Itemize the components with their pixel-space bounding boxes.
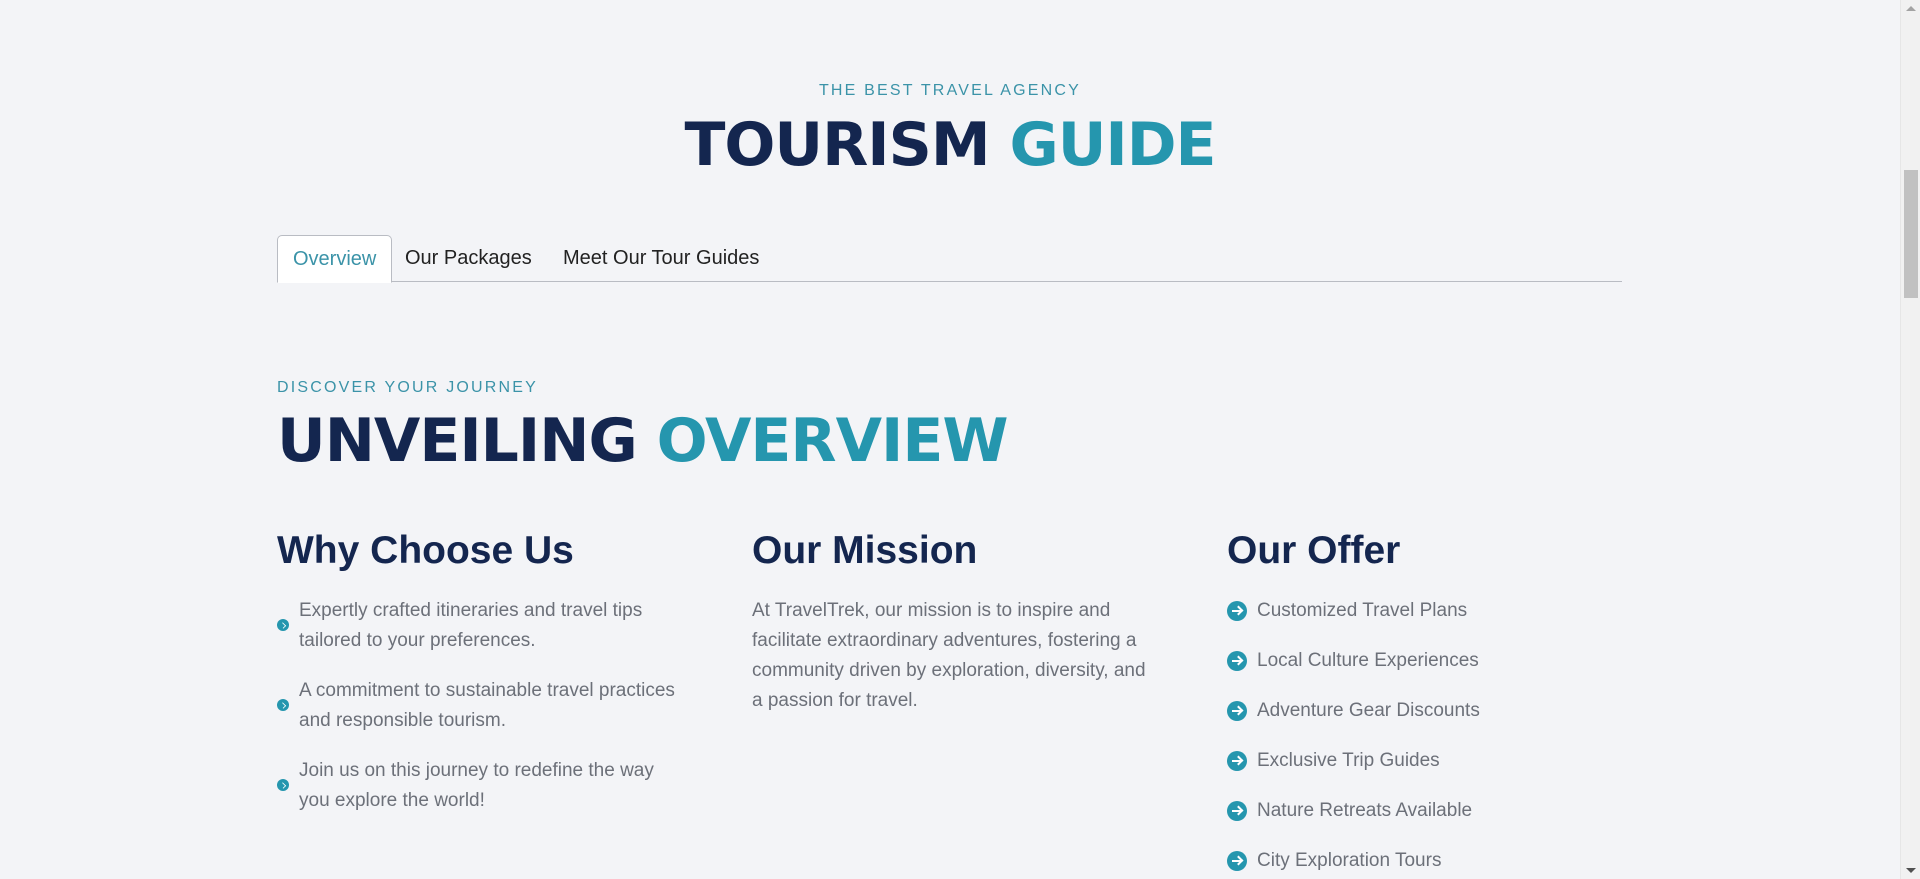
list-item: Expertly crafted itineraries and travel …	[277, 596, 677, 656]
tab-bar: Overview Our Packages Meet Our Tour Guid…	[277, 235, 1622, 283]
our-mission-column: Our Mission At TravelTrek, our mission i…	[752, 528, 1172, 716]
mission-text: At TravelTrek, our mission is to inspire…	[752, 600, 1146, 711]
arrow-circle-icon	[1227, 651, 1247, 671]
arrow-circle-icon	[277, 619, 289, 631]
list-item: Nature Retreats Available	[1227, 796, 1647, 826]
list-item-text: Customized Travel Plans	[1257, 600, 1468, 621]
our-offer-list: Customized Travel Plans Local Culture Ex…	[1227, 596, 1647, 876]
header-eyebrow: THE BEST TRAVEL AGENCY	[818, 82, 1082, 99]
page: THE BEST TRAVEL AGENCY TOURISM GUIDE Ove…	[0, 0, 1900, 879]
tab-overview[interactable]: Overview	[277, 235, 393, 283]
list-item: A commitment to sustainable travel pract…	[277, 676, 677, 736]
our-offer-column: Our Offer Customized Travel Plans Local …	[1227, 528, 1647, 879]
scrollbar-thumb[interactable]	[1904, 170, 1918, 298]
arrow-circle-icon	[277, 779, 289, 791]
page-title: TOURISM GUIDE	[0, 110, 1900, 180]
list-item: Join us on this journey to redefine the …	[277, 756, 677, 816]
arrow-circle-icon	[1227, 601, 1247, 621]
scroll-down-arrow-icon[interactable]	[1906, 868, 1916, 873]
arrow-circle-icon	[1227, 701, 1247, 721]
list-item-text: Join us on this journey to redefine the …	[299, 760, 654, 811]
list-item-text: Local Culture Experiences	[1257, 650, 1479, 671]
list-item-text: Nature Retreats Available	[1257, 800, 1473, 821]
list-item: Local Culture Experiences	[1227, 646, 1647, 676]
arrow-circle-icon	[1227, 751, 1247, 771]
arrow-circle-icon	[1227, 801, 1247, 821]
vertical-scrollbar[interactable]	[1900, 0, 1920, 879]
list-item: Adventure Gear Discounts	[1227, 696, 1647, 726]
why-choose-us-heading: Why Choose Us	[277, 529, 574, 572]
section-title: UNVEILING OVERVIEW	[277, 406, 1009, 476]
arrow-circle-icon	[277, 699, 289, 711]
why-choose-us-list: Expertly crafted itineraries and travel …	[277, 596, 697, 816]
our-offer-heading: Our Offer	[1227, 529, 1401, 572]
list-item-text: City Exploration Tours	[1257, 850, 1442, 871]
section-title-accent: OVERVIEW	[656, 406, 1009, 476]
list-item-text: Expertly crafted itineraries and travel …	[299, 600, 643, 651]
our-mission-heading: Our Mission	[752, 529, 978, 572]
list-item-text: Exclusive Trip Guides	[1257, 750, 1440, 771]
section-eyebrow: DISCOVER YOUR JOURNEY	[277, 379, 539, 396]
list-item: Customized Travel Plans	[1227, 596, 1647, 626]
list-item: Exclusive Trip Guides	[1227, 746, 1647, 776]
list-item-text: Adventure Gear Discounts	[1257, 700, 1480, 721]
tab-our-packages[interactable]: Our Packages	[390, 235, 547, 282]
scroll-up-arrow-icon[interactable]	[1906, 6, 1916, 11]
page-title-accent: GUIDE	[1009, 110, 1216, 180]
section-title-main: UNVEILING	[277, 406, 638, 476]
why-choose-us-column: Why Choose Us Expertly crafted itinerari…	[277, 528, 697, 836]
list-item-text: A commitment to sustainable travel pract…	[299, 680, 675, 731]
list-item: City Exploration Tours	[1227, 846, 1647, 876]
arrow-circle-icon	[1227, 851, 1247, 871]
page-title-main: TOURISM	[684, 110, 990, 180]
tab-meet-our-tour-guides[interactable]: Meet Our Tour Guides	[548, 235, 774, 282]
